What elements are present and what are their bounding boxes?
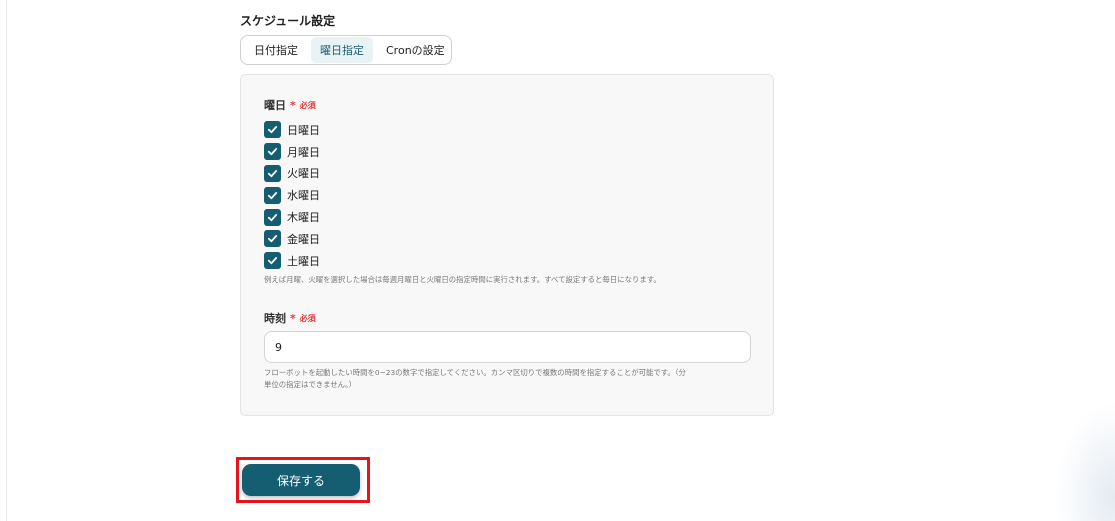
schedule-tabs: 日付指定 曜日指定 Cronの設定 [240, 35, 452, 65]
monday-label: 月曜日 [287, 145, 320, 159]
left-divider [6, 0, 7, 521]
tab-weekday[interactable]: 曜日指定 [311, 37, 373, 63]
time-help-text: フローボットを起動したい時間を0~23の数字で指定してください。カンマ区切りで複… [264, 367, 686, 391]
tab-date[interactable]: 日付指定 [245, 37, 307, 63]
weekday-item-sunday[interactable]: 日曜日 [264, 119, 320, 141]
corner-shadow [1055, 401, 1115, 521]
monday-checkbox[interactable] [264, 143, 281, 161]
weekday-field-label: 曜日 * 必須 [264, 97, 316, 113]
weekday-item-friday[interactable]: 金曜日 [264, 228, 320, 250]
checkmark-icon [267, 191, 278, 199]
checkmark-icon [267, 170, 278, 178]
required-badge: 必須 [299, 100, 316, 110]
weekday-label-text: 曜日 [264, 99, 286, 112]
required-asterisk: * [290, 98, 296, 112]
checkmark-icon [267, 213, 278, 221]
save-button[interactable]: 保存する [242, 464, 360, 496]
wednesday-label: 水曜日 [287, 189, 320, 203]
tab-cron[interactable]: Cronの設定 [377, 37, 454, 63]
checkmark-icon [267, 126, 278, 134]
time-help-line-1: フローボットを起動したい時間を0~23の数字で指定してください。カンマ区切りで複… [264, 368, 686, 377]
schedule-settings-title: スケジュール設定 [240, 14, 336, 28]
weekday-item-thursday[interactable]: 木曜日 [264, 206, 320, 228]
weekday-item-saturday[interactable]: 土曜日 [264, 250, 320, 272]
friday-label: 金曜日 [287, 232, 320, 246]
time-label-text: 時刻 [264, 312, 286, 325]
checkmark-icon [267, 148, 278, 156]
saturday-label: 土曜日 [287, 254, 320, 268]
checkmark-icon [267, 257, 278, 265]
checkmark-icon [267, 235, 278, 243]
time-input[interactable] [264, 331, 751, 363]
weekday-settings-panel: 曜日 * 必須 日曜日 月曜日 火曜日 水曜日 木曜日 金曜日 土曜日 例えば月… [240, 74, 774, 416]
tuesday-label: 火曜日 [287, 167, 320, 181]
wednesday-checkbox[interactable] [264, 186, 281, 204]
time-field-label: 時刻 * 必須 [264, 310, 316, 326]
weekday-help-text: 例えば月曜、火曜を選択した場合は毎週月曜日と火曜日の指定時間に実行されます。すべ… [264, 275, 661, 284]
thursday-checkbox[interactable] [264, 208, 281, 226]
weekday-item-monday[interactable]: 月曜日 [264, 141, 320, 163]
weekday-item-wednesday[interactable]: 水曜日 [264, 184, 320, 206]
sunday-checkbox[interactable] [264, 121, 281, 139]
tuesday-checkbox[interactable] [264, 164, 281, 182]
thursday-label: 木曜日 [287, 211, 320, 225]
friday-checkbox[interactable] [264, 230, 281, 248]
weekday-item-tuesday[interactable]: 火曜日 [264, 163, 320, 185]
saturday-checkbox[interactable] [264, 252, 281, 270]
required-badge: 必須 [299, 313, 316, 323]
weekday-checkbox-list: 日曜日 月曜日 火曜日 水曜日 木曜日 金曜日 土曜日 [264, 119, 320, 272]
sunday-label: 日曜日 [287, 123, 320, 137]
time-help-line-2: 単位の指定はできません。） [264, 380, 357, 389]
required-asterisk: * [290, 311, 296, 325]
